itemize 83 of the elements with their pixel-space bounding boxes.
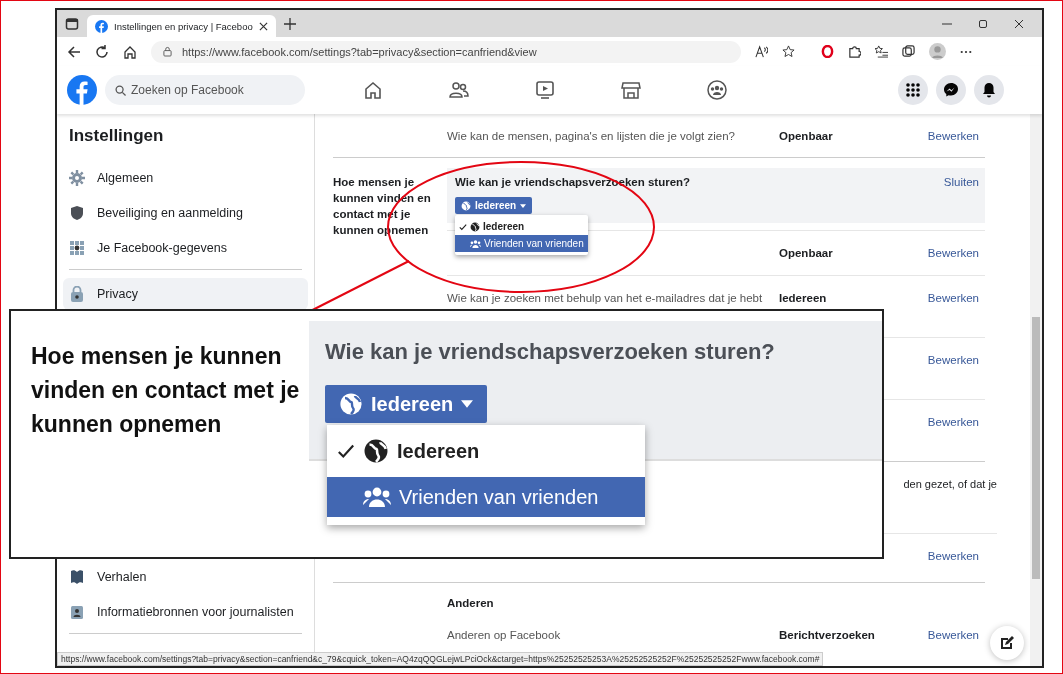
check-icon: [459, 222, 467, 231]
globe-icon: [470, 221, 480, 232]
globe-icon: [363, 438, 389, 464]
sidebar-item[interactable]: Informatiebronnen voor journalisten: [63, 594, 308, 629]
notifications-icon[interactable]: [974, 75, 1004, 105]
scrollbar[interactable]: [1030, 114, 1042, 666]
edit-link[interactable]: Bewerken: [909, 550, 985, 562]
setting-value: Berichtverzoeken: [779, 629, 875, 641]
close-icon[interactable]: [258, 21, 268, 31]
setting-question: Anderen op Facebook: [447, 629, 561, 641]
menu-option[interactable]: Iedereen: [455, 218, 588, 235]
audience-dropdown-button[interactable]: Iedereen: [455, 197, 533, 214]
collections-icon[interactable]: [902, 45, 915, 58]
edit-link[interactable]: Bewerken: [909, 130, 985, 142]
facebook-icon: [95, 19, 108, 33]
sidebar-item[interactable]: Je Facebook-gegevens: [63, 230, 308, 265]
extension-icon[interactable]: [848, 45, 861, 58]
browser-tab[interactable]: Instellingen en privacy | Faceboo: [87, 15, 276, 37]
gear-icon: [69, 169, 85, 186]
read-aloud-icon[interactable]: [755, 45, 768, 58]
sidebar-title: Instellingen: [68, 125, 165, 147]
menu-option[interactable]: Vrienden van vrienden: [455, 235, 588, 252]
edit-link[interactable]: Bewerken: [909, 416, 985, 428]
menu-option[interactable]: Iedereen: [327, 431, 645, 471]
favorite-icon[interactable]: [782, 45, 795, 58]
setting-question: Wie kan je zoeken met behulp van het e-mailadres dat je hebt: [447, 292, 763, 304]
globe-icon: [339, 392, 363, 416]
setting-value: Openbaar: [779, 247, 833, 259]
status-bar-url: https://www.facebook.com/settings?tab=privacy&section=canfriend&c_79&cquick_token=AQ4zqQQGLejwLPciOck&ctarget=https%25252525253A%25252525252F%25252525252Fwww.facebook.com#: [57, 652, 824, 666]
close-icon[interactable]: [1014, 18, 1024, 29]
close-link[interactable]: Sluiten: [909, 176, 985, 188]
favorites-list-icon[interactable]: [875, 45, 888, 58]
address-bar[interactable]: https://www.facebook.com/settings?tab=privacy&section=canfriend&view: [151, 40, 741, 63]
messenger-icon[interactable]: [936, 75, 966, 105]
new-message-button[interactable]: [990, 626, 1024, 660]
home-icon[interactable]: [123, 44, 137, 59]
groups-icon[interactable]: [707, 80, 727, 100]
sidebar-item[interactable]: Algemeen: [63, 160, 308, 195]
back-icon[interactable]: [67, 44, 81, 59]
grid-icon: [69, 239, 85, 256]
setting-question: Wie kan de mensen, pagina's en lijsten die je volgt zien?: [447, 130, 735, 142]
video-icon[interactable]: [535, 80, 555, 100]
profile-avatar-icon[interactable]: [929, 43, 946, 60]
edit-link[interactable]: Bewerken: [909, 354, 985, 366]
new-tab-icon[interactable]: [283, 17, 296, 30]
setting-question: Wie kan je vriendschapsverzoeken sturen?: [325, 339, 776, 365]
edit-link[interactable]: Bewerken: [909, 292, 985, 304]
people-icon: [363, 487, 391, 507]
section-heading: Anderen: [447, 596, 495, 611]
badge-icon: [69, 603, 85, 620]
facebook-logo[interactable]: [67, 75, 97, 105]
setting-value: Openbaar: [779, 130, 833, 142]
book-icon: [69, 568, 85, 585]
globe-icon: [461, 200, 471, 211]
setting-description: den gezet, of dat je: [903, 478, 997, 490]
pencil-icon: [1000, 636, 1014, 650]
caret-icon: [461, 400, 474, 408]
audience-dropdown-button[interactable]: Iedereen: [325, 385, 488, 423]
restore-icon[interactable]: [978, 18, 988, 29]
opera-icon[interactable]: [821, 45, 834, 58]
sidebar-item[interactable]: Privacy: [63, 278, 308, 310]
menu-grid-icon[interactable]: [898, 75, 928, 105]
sidebar-item[interactable]: Verhalen: [63, 559, 308, 594]
edit-link[interactable]: Bewerken: [909, 629, 985, 641]
section-label: Hoe mensen je kunnen vinden en contact met je kunnen opnemen: [31, 342, 301, 439]
caret-icon: [520, 203, 527, 208]
marketplace-icon[interactable]: [621, 80, 641, 100]
lock-icon: [69, 286, 85, 302]
shield-icon: [69, 204, 85, 221]
search-icon: [115, 85, 126, 96]
edit-link[interactable]: Bewerken: [909, 247, 985, 259]
check-icon: [337, 442, 355, 460]
lock-icon: [163, 46, 172, 57]
home-icon[interactable]: [363, 80, 383, 100]
people-icon: [470, 239, 481, 248]
more-icon[interactable]: [960, 49, 972, 54]
menu-option[interactable]: Vrienden van vrienden: [327, 477, 645, 517]
sidebar-item[interactable]: Beveiliging en aanmelding: [63, 195, 308, 230]
friends-icon[interactable]: [449, 80, 469, 100]
reload-icon[interactable]: [95, 44, 109, 59]
search-field[interactable]: Zoeken op Facebook: [105, 75, 305, 105]
setting-value: Iedereen: [779, 292, 827, 304]
tab-actions-icon[interactable]: [65, 16, 79, 31]
